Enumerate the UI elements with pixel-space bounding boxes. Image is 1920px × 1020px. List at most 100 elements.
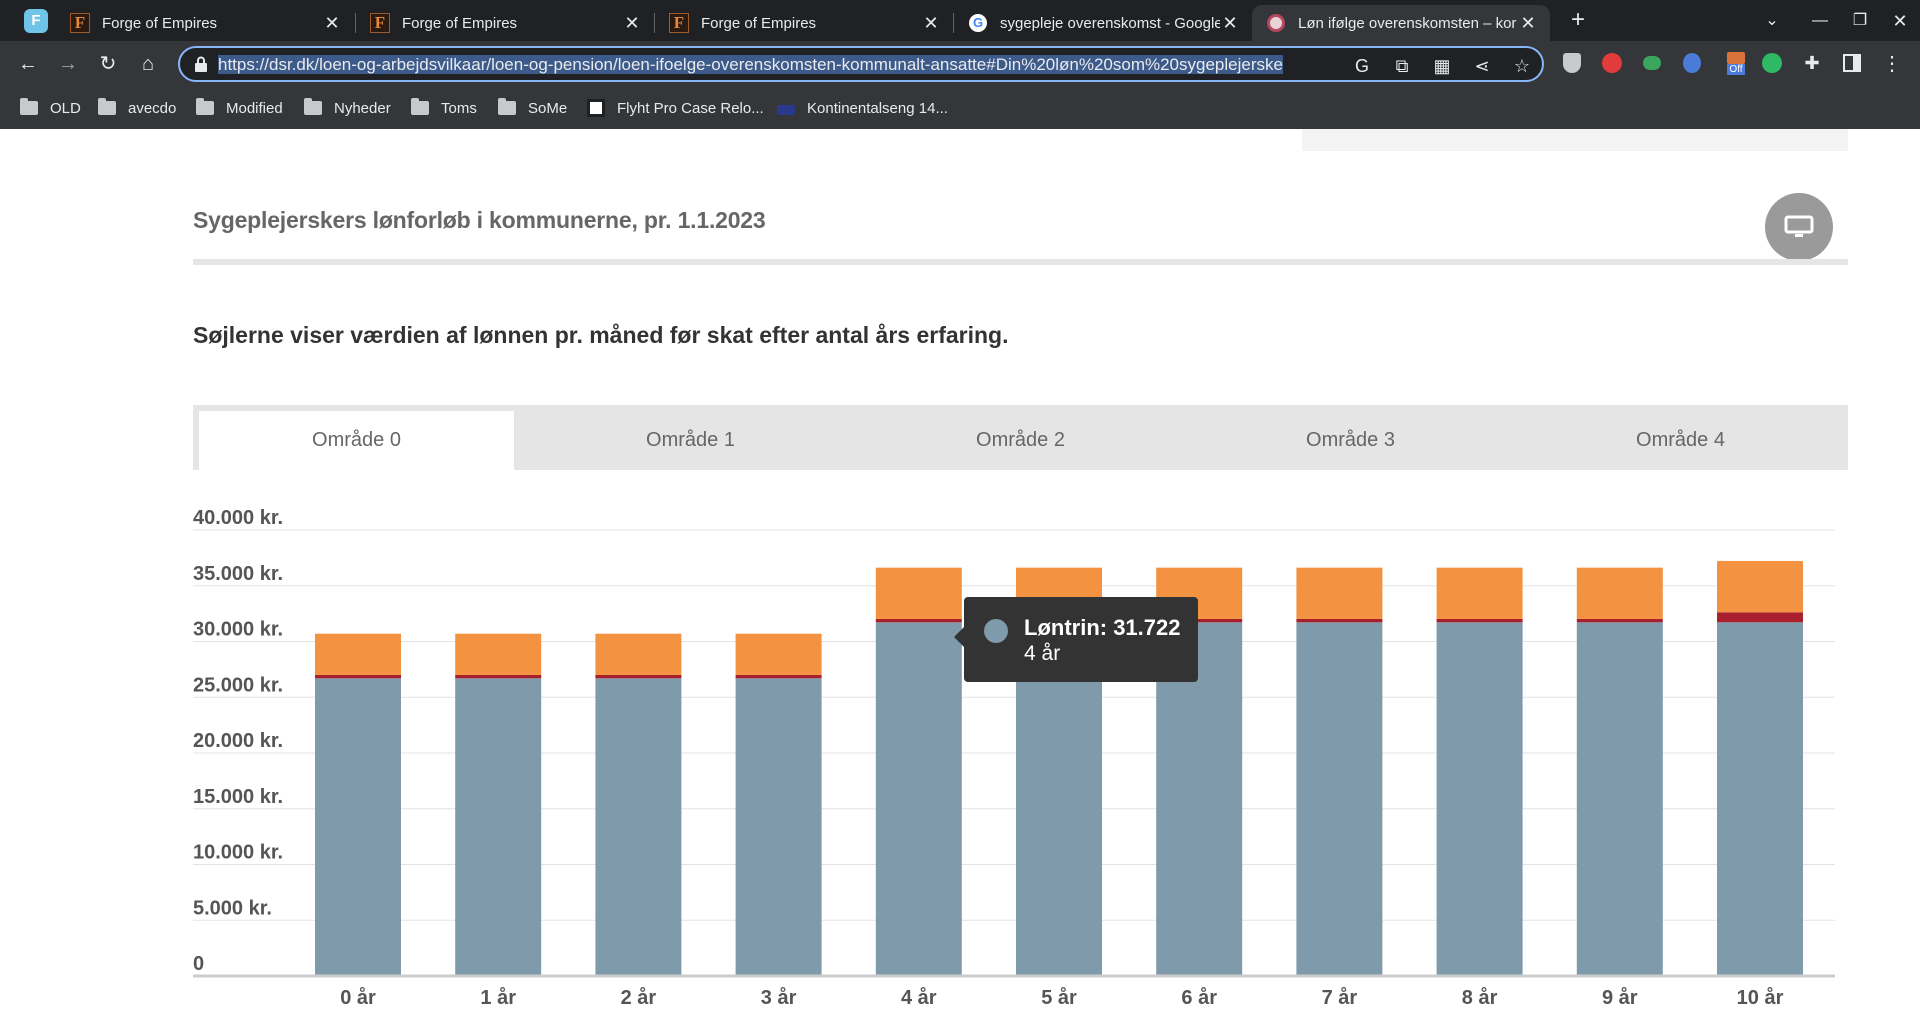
flyht-icon — [587, 99, 605, 117]
bookmark-star-icon[interactable]: ☆ — [1510, 54, 1534, 78]
address-bar[interactable]: https://dsr.dk/loen-og-arbejdsvilkaar/lo… — [178, 46, 1544, 82]
browser-tab-2[interactable]: F Forge of Empires ✕ — [356, 5, 654, 41]
reload-icon[interactable]: ↻ — [94, 50, 122, 78]
folder-icon — [304, 98, 322, 115]
play-extension-icon[interactable] — [1760, 51, 1784, 75]
side-panel-icon[interactable] — [1840, 51, 1864, 75]
bar-segment-0 — [1436, 622, 1523, 976]
tab-omraade-0[interactable]: Område 0 — [199, 411, 514, 470]
new-tab-icon[interactable]: + — [1565, 8, 1591, 34]
bookmark-folder-avecdo[interactable]: avecdo — [98, 97, 176, 119]
browser-tab-3[interactable]: F Forge of Empires ✕ — [655, 5, 953, 41]
close-icon[interactable]: ✕ — [1220, 13, 1240, 33]
bar-segment-1 — [455, 674, 542, 679]
tab-title: Forge of Empires — [701, 14, 817, 32]
browser-tab-4[interactable]: G sygepleje overenskomst - Google ✕ — [954, 5, 1252, 41]
close-icon[interactable]: ✕ — [921, 13, 941, 33]
bar-segment-0 — [595, 678, 682, 976]
y-tick-label: 0 — [193, 953, 204, 975]
x-tick-label: 10 år — [1737, 986, 1784, 1009]
menu-kebab-icon[interactable]: ⋮ — [1880, 51, 1904, 75]
tab-search-icon[interactable]: ⌄ — [1758, 8, 1786, 34]
y-tick-label: 20.000 kr. — [193, 730, 283, 752]
bar-segment-1 — [735, 674, 822, 679]
qr-code-icon[interactable]: ▦ — [1430, 54, 1454, 78]
y-tick-label: 40.000 kr. — [193, 507, 283, 529]
bar-segment-0 — [1576, 622, 1663, 976]
forward-icon[interactable]: → — [54, 50, 82, 78]
browser-tab-5-active[interactable]: Løn ifølge overenskomsten – kor ✕ — [1252, 5, 1550, 41]
bookmark-folder-toms[interactable]: Toms — [411, 97, 477, 119]
tab-omraade-3[interactable]: Område 3 — [1193, 411, 1508, 470]
restore-icon[interactable]: ❐ — [1846, 8, 1874, 34]
x-tick-label: 1 år — [480, 986, 516, 1009]
x-tick-label: 8 år — [1462, 986, 1498, 1009]
bar-segment-2 — [1296, 567, 1383, 619]
tab-omraade-4[interactable]: Område 4 — [1523, 411, 1838, 470]
tooltip-value: Løntrin: 31.722 — [1024, 615, 1181, 640]
bar-segment-2 — [315, 633, 401, 675]
tooltip-series-dot — [984, 619, 1008, 643]
folder-icon — [498, 98, 516, 115]
bar-segment-0 — [1717, 622, 1803, 976]
x-tick-label: 6 år — [1181, 986, 1217, 1009]
tracker-icon[interactable] — [1640, 51, 1664, 75]
browser-toolbar: ← → ↻ ⌂ https://dsr.dk/loen-og-arbejdsvi… — [0, 41, 1920, 87]
extensions-puzzle-icon[interactable]: ✚ — [1800, 51, 1824, 75]
bar-segment-1 — [1436, 618, 1523, 623]
bar-segment-1 — [875, 618, 962, 623]
y-tick-label: 15.000 kr. — [193, 786, 283, 808]
docs-icon[interactable] — [1680, 51, 1704, 75]
tab-title: sygepleje overenskomst - Google — [1000, 14, 1220, 32]
browser-tab-1[interactable]: F Forge of Empires ✕ — [56, 5, 354, 41]
y-tick-label: 35.000 kr. — [193, 563, 283, 585]
extension-off-icon[interactable]: Off — [1724, 51, 1748, 75]
dsr-icon — [1267, 14, 1285, 32]
google-lens-icon[interactable]: G — [1350, 54, 1374, 78]
section-title: Sygeplejerskers lønforløb i kommunerne, … — [193, 207, 766, 233]
back-icon[interactable]: ← — [14, 50, 42, 78]
title-divider — [193, 259, 1848, 265]
x-tick-label: 9 år — [1602, 986, 1638, 1009]
close-icon[interactable]: ✕ — [322, 13, 342, 33]
bookmark-flyht-pro[interactable]: Flyht Pro Case Relo... — [587, 97, 764, 119]
tab-title: Løn ifølge overenskomsten – kor — [1298, 14, 1517, 32]
tab-omraade-2[interactable]: Område 2 — [863, 411, 1178, 470]
bookmark-kontinentalseng[interactable]: Kontinentalseng 14... — [777, 97, 948, 119]
y-tick-label: 10.000 kr. — [193, 842, 283, 864]
jysk-icon — [777, 105, 795, 115]
bookmark-folder-some[interactable]: SoMe — [498, 97, 567, 119]
bar-segment-0 — [455, 678, 542, 976]
bookmarks-bar: OLD avecdo Modified Nyheder Toms SoMe Fl… — [0, 87, 1920, 129]
x-tick-label: 3 år — [761, 986, 797, 1009]
bookmark-folder-modified[interactable]: Modified — [196, 97, 283, 119]
bar-segment-2 — [455, 633, 542, 675]
lock-icon — [195, 56, 207, 72]
extension-off-badge: Off — [1727, 63, 1745, 75]
bar-segment-2 — [1717, 560, 1803, 613]
tab-omraade-1[interactable]: Område 1 — [533, 411, 848, 470]
x-tick-label: 0 år — [340, 986, 376, 1009]
profile-icon[interactable]: F — [24, 9, 48, 33]
url-text[interactable]: https://dsr.dk/loen-og-arbejdsvilkaar/lo… — [218, 55, 1330, 75]
monitor-button[interactable] — [1765, 193, 1833, 261]
share-icon[interactable]: ⋖ — [1470, 54, 1494, 78]
minimize-icon[interactable]: — — [1806, 8, 1834, 34]
cast-icon[interactable]: ⧉ — [1390, 54, 1414, 78]
tab-title: Forge of Empires — [402, 14, 518, 32]
bar-segment-0 — [875, 622, 962, 976]
foe-icon: F — [70, 13, 90, 33]
adblock-icon[interactable] — [1600, 51, 1624, 75]
bookmark-folder-old[interactable]: OLD — [20, 97, 81, 119]
bar-segment-1 — [1296, 618, 1383, 623]
close-icon[interactable]: ✕ — [1518, 13, 1538, 33]
bookmark-folder-nyheder[interactable]: Nyheder — [304, 97, 391, 119]
x-tick-label: 7 år — [1322, 986, 1358, 1009]
close-icon[interactable]: ✕ — [622, 13, 642, 33]
folder-icon — [20, 98, 38, 115]
bar-segment-1 — [315, 674, 401, 679]
foe-icon: F — [669, 13, 689, 33]
window-close-icon[interactable]: ✕ — [1886, 8, 1914, 34]
bitwarden-icon[interactable] — [1560, 51, 1584, 75]
home-icon[interactable]: ⌂ — [134, 50, 162, 78]
